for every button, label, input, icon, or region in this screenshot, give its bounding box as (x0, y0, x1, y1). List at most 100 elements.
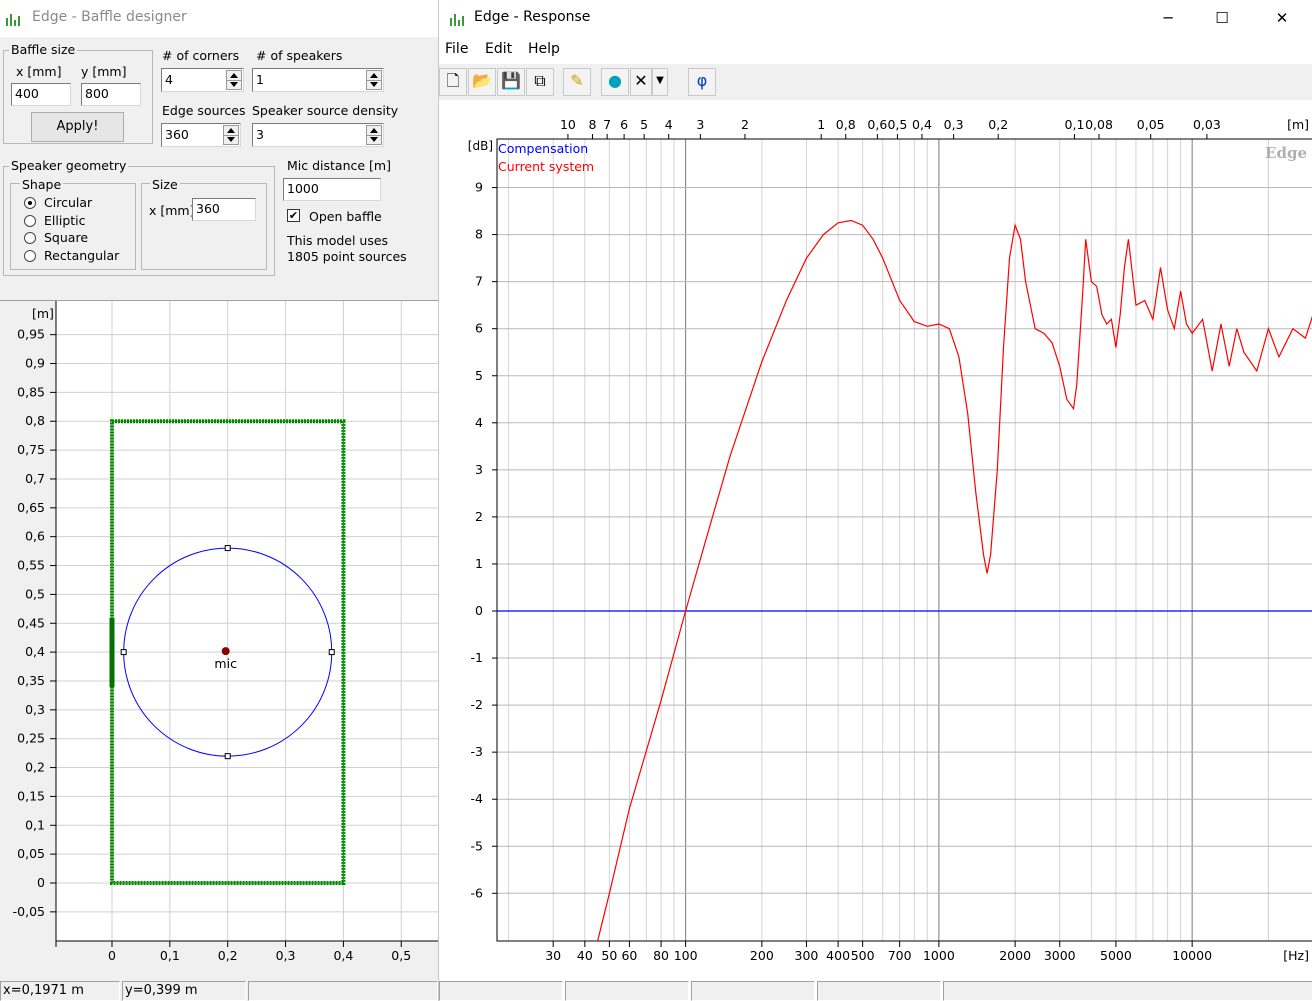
baffle-designer-titlebar[interactable]: Edge - Baffle designer (0, 0, 438, 37)
corners-spin-buttons[interactable] (226, 70, 242, 90)
handle (120, 649, 127, 656)
mic-distance-input[interactable]: 1000 (283, 178, 381, 201)
menu-edit[interactable]: Edit (485, 41, 512, 57)
y-tick-label: 2 (475, 509, 483, 524)
copy-icon[interactable]: ⧉ (526, 68, 554, 96)
y-tick-label: 0,5 (25, 586, 45, 601)
shape-label: Shape (20, 177, 64, 192)
chevron-down-icon[interactable]: ▼ (652, 68, 668, 96)
new-icon[interactable]: 🗋 (439, 68, 467, 96)
size-x-input[interactable]: 360 (192, 198, 256, 221)
radio-elliptic[interactable] (24, 214, 36, 227)
response-titlebar[interactable]: Edge - Response ─ ☐ ✕ (439, 0, 1312, 37)
menu-help[interactable]: Help (528, 41, 560, 57)
edge-spin-buttons[interactable] (223, 125, 239, 145)
y-tick-label: 0,95 (17, 327, 45, 342)
response-window: Edge - Response ─ ☐ ✕ File Edit Help 🗋 📂… (438, 0, 1312, 1001)
phase-icon[interactable]: φ (688, 68, 716, 96)
status-y: y=0,399 m (122, 981, 246, 1001)
delete-icon[interactable]: ✕ (630, 68, 652, 96)
open-icon[interactable]: 📂 (468, 68, 496, 96)
mic-label: mic (214, 656, 237, 671)
y-tick-label: 4 (475, 415, 483, 430)
window-title: Edge - Response (474, 9, 591, 25)
size-group (141, 183, 267, 270)
top-unit: [m] (1287, 117, 1309, 132)
y-tick-label: 0,15 (17, 788, 45, 803)
radio-square[interactable] (24, 232, 36, 244)
y-tick-label: -6 (471, 885, 484, 900)
y-tick-label: -2 (471, 697, 483, 712)
y-tick-label: 7 (475, 274, 483, 289)
x-tick-label: 60 (621, 948, 637, 963)
maximize-button[interactable]: ☐ (1199, 6, 1245, 32)
speaker-icon[interactable]: ● (601, 68, 629, 96)
apply-button[interactable]: Apply! (31, 112, 124, 142)
baffle-x-input[interactable]: 400 (11, 83, 71, 106)
legend-entry: Compensation (498, 141, 588, 156)
x-tick-label: 0,5 (391, 948, 411, 963)
status-5 (943, 981, 1312, 1001)
x-tick-label: 0,3 (276, 948, 296, 963)
density-value: 3 (256, 127, 264, 142)
pencil-icon[interactable]: ✎ (563, 68, 591, 96)
speakers-spinner[interactable]: 1 (252, 68, 384, 92)
x-tick-label: 0,4 (333, 948, 353, 963)
x-unit: [Hz] (1283, 948, 1309, 963)
y-tick-label: 6 (475, 321, 483, 336)
y-tick-label: 9 (475, 180, 483, 195)
status-extra (248, 981, 438, 1001)
controls-panel: Baffle size x [mm] y [mm] 400 800 Apply!… (0, 37, 438, 300)
y-unit: [dB] (468, 139, 493, 153)
x-tick-label: 80 (653, 948, 669, 963)
handle (328, 649, 335, 656)
x-tick-label: 2000 (999, 948, 1031, 963)
x-tick-label: 500 (851, 948, 875, 963)
y-tick-label: -4 (471, 791, 484, 806)
open-baffle-checkbox[interactable]: ✔ (287, 209, 300, 222)
mic-marker (221, 647, 230, 656)
x-tick-label: 40 (577, 948, 593, 963)
y-tick-label: 0,7 (25, 471, 45, 486)
y-tick-label: 1 (475, 556, 483, 571)
y-tick-label: 0,35 (17, 673, 45, 688)
edge-sources-spinner[interactable]: 360 (161, 123, 241, 147)
edge-sources-label: Edge sources (162, 103, 246, 118)
menu-file[interactable]: File (445, 41, 468, 57)
y-tick-label: 0,1 (25, 817, 45, 832)
minimize-button[interactable]: ─ (1145, 6, 1191, 32)
y-tick-label: 0 (475, 603, 483, 618)
radio-circular[interactable] (24, 197, 36, 209)
top-tick-label: 0,5 (887, 117, 907, 132)
x-mm-label: x [mm] (16, 64, 62, 79)
top-tick-label: 0,3 (944, 117, 964, 132)
x-tick-label: 200 (750, 948, 774, 963)
baffle-y-input[interactable]: 800 (81, 83, 141, 106)
baffle-plot[interactable]: 0,95 0,9 0,85 0,8 0,75 0,7 0,65 0,6 0,55 0,5 0,45 0… (0, 301, 438, 980)
x-tick-label: 3000 (1044, 948, 1076, 963)
response-plot[interactable]: 9876543210-1-2-3-4-5-630 40 50 60 80 100 200 30… (439, 101, 1312, 979)
top-tick-label: 0,8 (836, 117, 856, 132)
y-tick-label: 0,65 (17, 500, 45, 515)
close-button[interactable]: ✕ (1259, 6, 1305, 32)
top-tick-label: 7 (603, 117, 611, 132)
y-tick-label: 0,85 (17, 384, 45, 399)
shape-option-label: Circular (44, 195, 93, 210)
corners-value: 4 (165, 72, 173, 87)
x-tick-label: 400 (826, 948, 850, 963)
corners-spinner[interactable]: 4 (161, 68, 244, 92)
edge-sources-value: 360 (165, 127, 189, 142)
density-spinner[interactable]: 3 (252, 123, 384, 147)
y-tick-label: 0,4 (25, 644, 45, 659)
density-spin-buttons[interactable] (366, 125, 382, 145)
top-tick-label: 0,1 (1065, 117, 1085, 132)
radio-rectangular[interactable] (24, 249, 36, 262)
speakers-spin-buttons[interactable] (366, 70, 382, 90)
y-tick-label: 0 (37, 875, 45, 890)
x-tick-label: 100 (674, 948, 698, 963)
baffle-size-label: Baffle size (9, 42, 78, 57)
x-tick-label: 0,2 (218, 948, 238, 963)
open-baffle-label: Open baffle (309, 209, 382, 224)
y-tick-label: 0,8 (25, 413, 45, 428)
save-icon[interactable]: 💾 (497, 68, 525, 96)
